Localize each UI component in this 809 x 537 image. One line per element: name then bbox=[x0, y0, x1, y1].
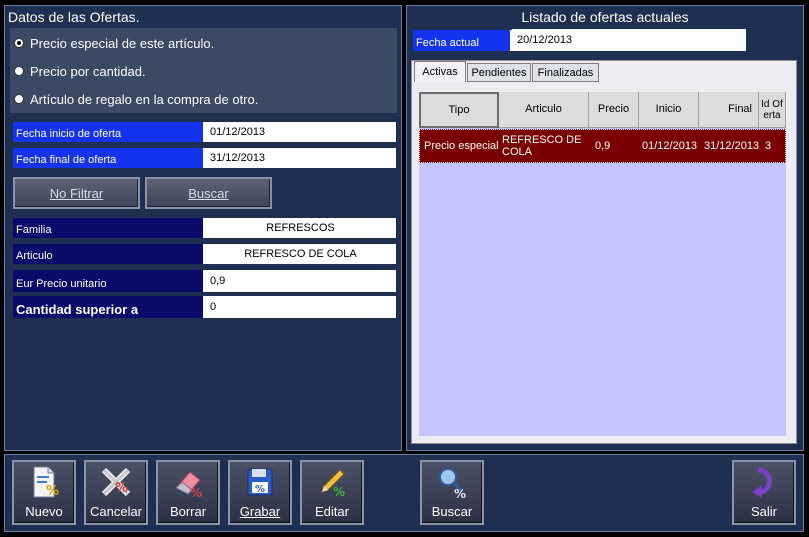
cell-id: 3 bbox=[765, 140, 772, 152]
column-header-id-oferta[interactable]: Id Oferta bbox=[759, 92, 786, 128]
svg-text:%: % bbox=[255, 484, 265, 495]
radio-articulo-regalo[interactable]: Artículo de regalo en la compra de otro. bbox=[14, 91, 258, 107]
column-header-precio[interactable]: Precio bbox=[589, 92, 639, 128]
search-magnifier-icon: % bbox=[439, 468, 466, 500]
cell-articulo: REFRESCO DE COLA bbox=[502, 134, 582, 158]
editar-label: Editar bbox=[315, 504, 349, 519]
column-header-final[interactable]: Final bbox=[699, 92, 759, 128]
save-disk-icon: % bbox=[247, 468, 273, 496]
radio-selected-icon bbox=[14, 38, 24, 48]
buscar-label: Buscar bbox=[431, 504, 473, 519]
right-panel-title: Listado de ofertas actuales bbox=[521, 9, 689, 25]
fecha-actual-label: Fecha actual bbox=[413, 30, 512, 51]
familia-field[interactable]: REFRESCOS bbox=[205, 218, 396, 238]
cantidad-superior-field[interactable]: 0 bbox=[205, 296, 396, 318]
cell-precio: 0,9 bbox=[595, 140, 611, 152]
radio-unselected-icon bbox=[14, 66, 24, 76]
svg-text:%: % bbox=[190, 486, 202, 500]
cell-inicio: 01/12/2013 bbox=[642, 140, 698, 152]
salir-button[interactable]: Salir bbox=[732, 460, 796, 525]
svg-text:%: % bbox=[454, 487, 466, 500]
eraser-icon: % bbox=[175, 471, 202, 500]
cell-final: 31/12/2013 bbox=[704, 140, 760, 152]
radio-unselected-icon bbox=[14, 94, 24, 104]
radio-label: Precio por cantidad. bbox=[30, 63, 146, 79]
column-header-inicio[interactable]: Inicio bbox=[639, 92, 699, 128]
fecha-inicio-label: Fecha inicio de oferta bbox=[13, 122, 205, 142]
exit-arrow-icon bbox=[752, 467, 772, 498]
grabar-label: Grabar bbox=[239, 504, 281, 519]
cantidad-superior-label: Cantidad superior a bbox=[13, 296, 205, 318]
column-header-tipo[interactable]: Tipo bbox=[419, 92, 499, 128]
borrar-button[interactable]: % Borrar bbox=[156, 460, 220, 525]
cell-tipo: Precio especial bbox=[424, 140, 499, 152]
buscar-button[interactable]: % Buscar bbox=[420, 460, 484, 525]
left-panel-title: Datos de las Ofertas. bbox=[8, 9, 140, 25]
tab-activas[interactable]: Activas bbox=[414, 61, 466, 82]
svg-text:%: % bbox=[46, 484, 59, 499]
borrar-label: Borrar bbox=[169, 504, 207, 519]
svg-text:%: % bbox=[333, 485, 345, 499]
buscar-filter-button[interactable]: Buscar bbox=[145, 177, 272, 209]
radio-label: Precio especial de este artículo. bbox=[30, 35, 215, 51]
precio-unitario-label: Eur Precio unitario bbox=[13, 270, 205, 292]
new-document-icon: % bbox=[33, 466, 59, 499]
fecha-final-label: Fecha final de oferta bbox=[13, 148, 205, 168]
fecha-final-field[interactable]: 31/12/2013 bbox=[205, 148, 396, 168]
table-row[interactable]: Precio especial REFRESCO DE COLA 0,9 01/… bbox=[419, 129, 786, 163]
no-filtrar-button[interactable]: No Filtrar bbox=[13, 177, 140, 209]
nuevo-label: Nuevo bbox=[25, 504, 63, 519]
radio-precio-cantidad[interactable]: Precio por cantidad. bbox=[14, 63, 146, 79]
radio-label: Artículo de regalo en la compra de otro. bbox=[30, 91, 259, 107]
editar-button[interactable]: % Editar bbox=[300, 460, 364, 525]
edit-pencil-icon: % bbox=[321, 469, 345, 499]
cancel-icon: % bbox=[101, 467, 131, 497]
fecha-inicio-field[interactable]: 01/12/2013 bbox=[205, 122, 396, 142]
cancelar-label: Cancelar bbox=[89, 504, 143, 519]
articulo-field[interactable]: REFRESCO DE COLA bbox=[205, 244, 396, 264]
cancelar-button[interactable]: % Cancelar bbox=[84, 460, 148, 525]
radio-precio-especial[interactable]: Precio especial de este artículo. bbox=[14, 35, 214, 51]
precio-unitario-field[interactable]: 0,9 bbox=[205, 270, 396, 292]
tab-pendientes[interactable]: Pendientes bbox=[467, 63, 531, 82]
nuevo-button[interactable]: % Nuevo bbox=[12, 460, 76, 525]
grabar-button[interactable]: % Grabar bbox=[228, 460, 292, 525]
column-header-articulo[interactable]: Articulo bbox=[499, 92, 589, 128]
salir-label: Salir bbox=[750, 504, 777, 519]
tab-finalizadas[interactable]: Finalizadas bbox=[532, 63, 599, 82]
familia-label: Familia bbox=[13, 218, 205, 238]
fecha-actual-field[interactable]: 20/12/2013 bbox=[512, 29, 746, 51]
svg-text:%: % bbox=[115, 481, 128, 496]
offers-grid: Tipo Articulo Precio Inicio Final Id Ofe… bbox=[419, 92, 786, 436]
articulo-label: Articulo bbox=[13, 244, 205, 264]
